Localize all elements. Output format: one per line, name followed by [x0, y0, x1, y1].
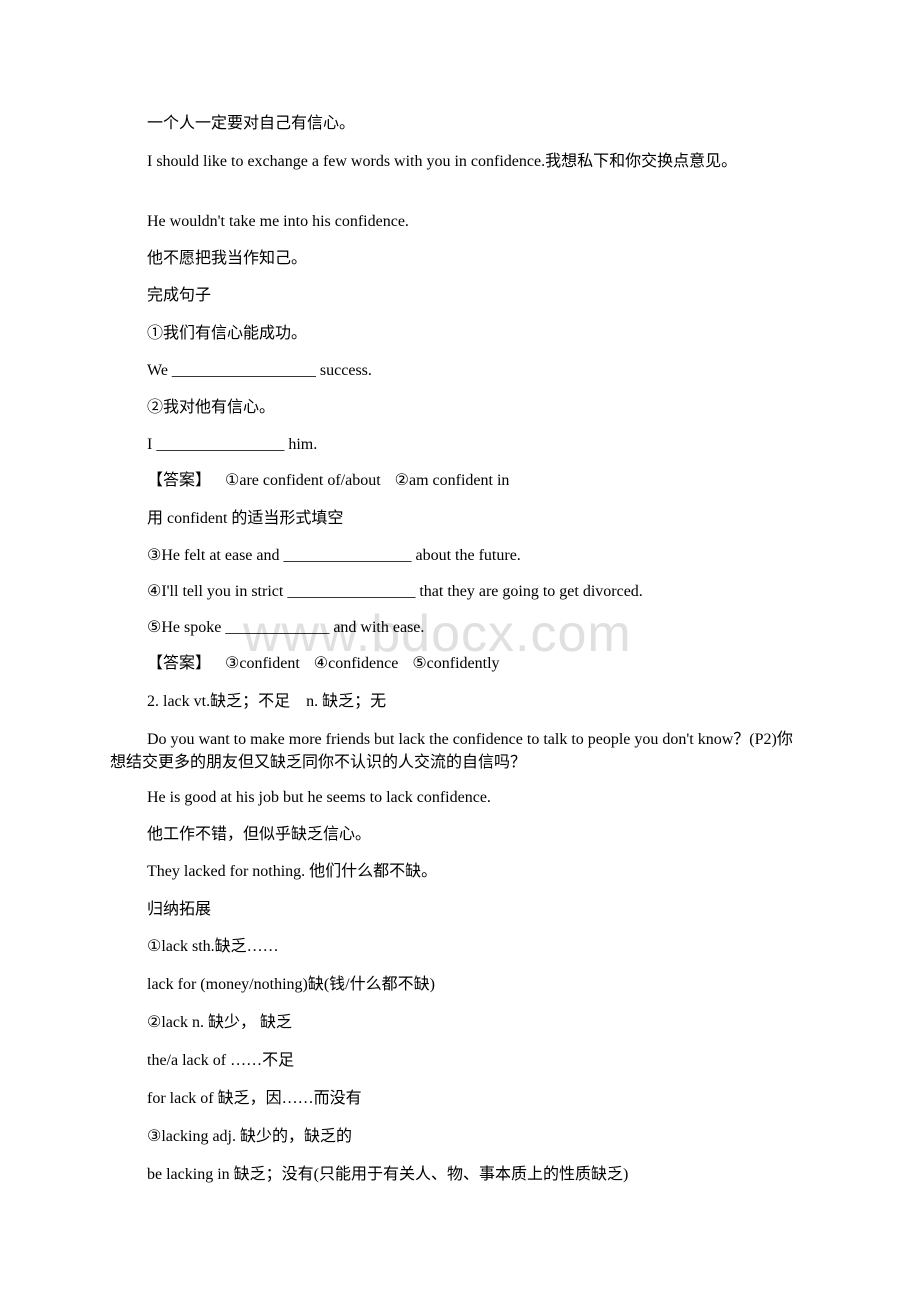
vocab-heading-lack: 2. lack vt.缺乏；不足 n. 缺乏；无: [147, 693, 387, 710]
section-heading-complete-sentences: 完成句子: [147, 287, 212, 304]
exercise-2-sentence: I ________________ him.: [147, 436, 318, 453]
answer-5: ⑤confidently: [412, 655, 500, 672]
exercise-1-prompt: ①我们有信心能成功。: [147, 325, 308, 342]
answer-label: 【答案】: [147, 655, 212, 672]
answer-label: 【答案】: [147, 472, 212, 489]
section-heading-summary: 归纳拓展: [147, 901, 212, 918]
summary-item-1b: lack for (money/nothing)缺(钱/什么都不缺): [147, 976, 435, 993]
summary-item-3: ③lacking adj. 缺少的，缺乏的: [147, 1128, 352, 1145]
answer-row-1: 【答案】 ①are confident of/about ②am confident…: [147, 471, 509, 491]
paragraph-translation-lack-confidence: 他工作不错，但似乎缺乏信心。: [147, 826, 372, 843]
answer-1: ①are confident of/about: [225, 472, 381, 489]
answer-row-2: 【答案】 ③confident ④confidence ⑤confidently: [147, 654, 500, 674]
answer-2: ②am confident in: [394, 472, 510, 489]
section-heading-fill-in-confident: 用 confident 的适当形式填空: [147, 510, 344, 527]
answer-3: ③confident: [225, 655, 300, 672]
paragraph-example-take-into-confidence: He wouldn't take me into his confidence.: [147, 213, 409, 230]
summary-item-1: ①lack sth.缺乏……: [147, 938, 279, 955]
document-page: www.bdocx.com 一个人一定要对自己有信心。 I should lik…: [0, 0, 920, 1302]
answer-4: ④confidence: [313, 655, 399, 672]
exercise-1-sentence: We __________________ success.: [147, 362, 372, 379]
paragraph-translation-confidant: 他不愿把我当作知己。: [147, 250, 308, 267]
summary-item-2b: the/a lack of ……不足: [147, 1052, 295, 1069]
exercise-5-sentence: ⑤He spoke _____________ and with ease.: [147, 619, 425, 636]
summary-item-2c: for lack of 缺乏，因……而没有: [147, 1090, 362, 1107]
exercise-4-sentence: ④I'll tell you in strict _______________…: [147, 583, 643, 600]
exercise-3-sentence: ③He felt at ease and ________________ ab…: [147, 547, 521, 564]
summary-item-3b: be lacking in 缺乏；没有(只能用于有关人、物、事本质上的性质缺乏): [147, 1166, 629, 1183]
paragraph-example-make-friends: Do you want to make more friends but lac…: [110, 731, 793, 771]
paragraph-example-lacked-nothing: They lacked for nothing. 他们什么都不缺。: [147, 863, 438, 880]
summary-item-2: ②lack n. 缺少， 缺乏: [147, 1014, 292, 1031]
paragraph-example-exchange-words: I should like to exchange a few words wi…: [147, 153, 738, 170]
paragraph-chinese-confidence: 一个人一定要对自己有信心。: [147, 115, 356, 132]
exercise-2-prompt: ②我对他有信心。: [147, 399, 276, 416]
paragraph-example-lack-confidence: He is good at his job but he seems to la…: [147, 789, 491, 806]
